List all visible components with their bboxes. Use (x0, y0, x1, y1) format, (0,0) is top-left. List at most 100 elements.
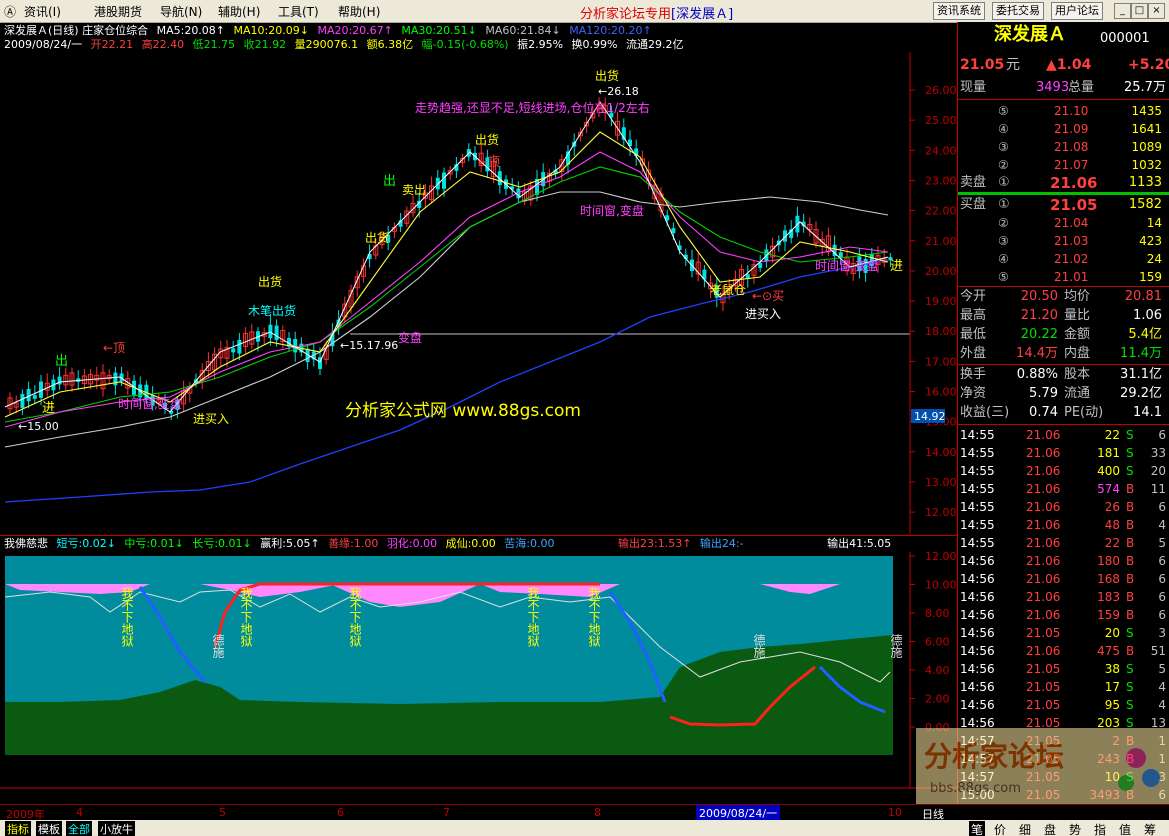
trend-annotation: 走势趋强,还显不足,短线进场,仓位在1/2左右 (415, 100, 650, 115)
menu-navigate[interactable]: 导航(N) (160, 3, 202, 20)
panel-tab[interactable]: 筹 (1144, 821, 1156, 836)
tick-row: 14:56 21.05 38 S 5 (958, 660, 1169, 678)
panel-tab[interactable]: 指 (1094, 821, 1106, 836)
tick-side: S (1126, 626, 1134, 640)
tick-price: 21.06 (1026, 572, 1061, 586)
float-value: 流通29.2亿 (625, 38, 684, 51)
window-title: 分析家论坛专用[深发展Ａ] (580, 3, 733, 22)
user-forum-button[interactable]: 用户论坛 (1051, 2, 1103, 20)
price-chart[interactable]: 26.00 25.00 24.00 23.00 22.00 21.00 20.00 19.00… (0, 52, 957, 534)
candle-down (20, 393, 25, 408)
tick-side: S (1126, 428, 1134, 442)
tick-volume: 168 (1097, 572, 1120, 586)
ind-shanyuan: 善缘:1.00 (328, 537, 379, 550)
tick-count: 5 (1158, 662, 1166, 676)
trade-button[interactable]: 委托交易 (992, 2, 1044, 20)
tick-volume: 48 (1104, 518, 1120, 532)
menu-info[interactable]: 资讯(I) (24, 3, 61, 20)
tick-count: 4 (1158, 698, 1166, 712)
stat-label: 股本 (1064, 367, 1091, 382)
panel-tab[interactable]: 势 (1069, 821, 1081, 836)
tab-xiaofangniu[interactable]: 小放牛 (98, 821, 135, 836)
tick-side: S (1126, 680, 1134, 694)
tick-price: 21.06 (1026, 536, 1061, 550)
sell-volume: 1435 (1131, 104, 1162, 118)
logo-dot-3 (1118, 775, 1134, 791)
sell1-level: ① (998, 175, 1010, 190)
tick-side: S (1126, 698, 1134, 712)
tick-side: B (1126, 644, 1135, 658)
volume-value: 量290076.1 (294, 38, 359, 51)
tick-row: 14:56 21.06 475 B 51 (958, 642, 1169, 660)
open-value: 开22.21 (90, 38, 134, 51)
label-shijian-1: 时间窗,变盘 (118, 396, 182, 411)
tick-row: 14:55 21.06 181 S 33 (958, 444, 1169, 462)
menu-tools[interactable]: 工具(T) (278, 3, 319, 20)
stat-value: 21.20 (1020, 308, 1058, 323)
price-tick-label: 18.00 (925, 325, 957, 338)
panel-tab[interactable]: 价 (994, 821, 1006, 836)
price-tick-label: 19.00 (925, 295, 957, 308)
panel-tabs-bg (957, 820, 1169, 836)
menu-help[interactable]: 帮助(H) (338, 3, 380, 20)
ind-mid-loss: 中亏:0.01↓ (124, 537, 184, 550)
buy-level: ⑤ (998, 270, 1009, 284)
app-window: Ⓐ 资讯(I) 港股期货 导航(N) 辅助(H) 工具(T) 帮助(H) 分析家… (0, 0, 1169, 836)
tab-indicator[interactable]: 指标 (5, 821, 31, 836)
bar-date: 2009/08/24/一 (4, 38, 83, 51)
tick-time: 14:56 (960, 680, 995, 694)
tick-side: S (1126, 446, 1134, 460)
tick-price: 21.06 (1026, 590, 1061, 604)
candle-down (231, 348, 236, 353)
buy-price: 21.02 (1054, 252, 1089, 266)
tab-all[interactable]: 全部 (66, 821, 92, 836)
buy1-volume: 1582 (1128, 197, 1162, 212)
tick-volume: 159 (1097, 608, 1120, 622)
panel-tab[interactable]: 笔 (969, 821, 986, 836)
stat-row: 换手 0.88% 股本 31.1亿 (958, 366, 1169, 384)
sell-price: 21.09 (1054, 122, 1089, 136)
sell1-volume: 1133 (1128, 175, 1162, 190)
vtext-5: 我不下地狱 (587, 587, 601, 648)
tab-template[interactable]: 模板 (36, 821, 62, 836)
stat-row: 最高 21.20 量比 1.06 (958, 307, 1169, 325)
minimize-button[interactable]: _ (1114, 3, 1131, 19)
label-chuhuo-3: 出货 (475, 132, 499, 147)
x-label-7: 7 (443, 806, 450, 819)
tick-side: B (1126, 608, 1135, 622)
tick-price: 21.05 (1026, 626, 1061, 640)
tick-row: 14:56 21.06 183 B 6 (958, 588, 1169, 606)
tick-price: 21.06 (1026, 500, 1061, 514)
tick-count: 4 (1158, 518, 1166, 532)
sell-volume: 1032 (1131, 158, 1162, 172)
sell-price: 21.10 (1054, 104, 1089, 118)
mid-price-label: ←15.17.96 (340, 339, 398, 352)
pane-divider[interactable] (0, 535, 957, 536)
label-jinmai-1: 进买入 (193, 412, 229, 426)
menu-hk-futures[interactable]: 港股期货 (94, 3, 142, 20)
close-button[interactable]: × (1148, 3, 1165, 19)
ind-yuhua: 羽化:0.00 (386, 537, 438, 550)
system-menu-icon[interactable]: Ⓐ (4, 3, 16, 20)
price-change: ▲1.04 (1046, 57, 1092, 73)
panel-tab[interactable]: 盘 (1044, 821, 1056, 836)
info-system-button[interactable]: 资讯系统 (933, 2, 985, 20)
panel-tab[interactable]: 值 (1119, 821, 1131, 836)
tick-volume: 181 (1097, 446, 1120, 460)
sell-level: ② (998, 158, 1009, 172)
menu-assist[interactable]: 辅助(H) (218, 3, 260, 20)
tick-volume: 22 (1104, 536, 1120, 550)
maximize-button[interactable]: □ (1131, 3, 1148, 19)
forum-watermark: 分析家论坛 bbs.88gs.com (916, 728, 1169, 804)
label-chuhuo-4: 出货 (595, 68, 619, 83)
panel-tab[interactable]: 细 (1019, 821, 1031, 836)
tick-row: 14:56 21.06 180 B 6 (958, 552, 1169, 570)
tick-row: 14:55 21.06 22 B 5 (958, 534, 1169, 552)
indicator-name[interactable]: 我佛慈悲 (4, 537, 48, 550)
tick-side: B (1126, 590, 1135, 604)
tick-count: 6 (1158, 500, 1166, 514)
indicator-chart[interactable]: 12.0010.008.006.004.002.000.00 我不下地狱 我不下… (0, 552, 957, 804)
tick-count: 6 (1158, 608, 1166, 622)
last-price: 21.05 (960, 57, 1005, 73)
candle-down (838, 252, 843, 258)
